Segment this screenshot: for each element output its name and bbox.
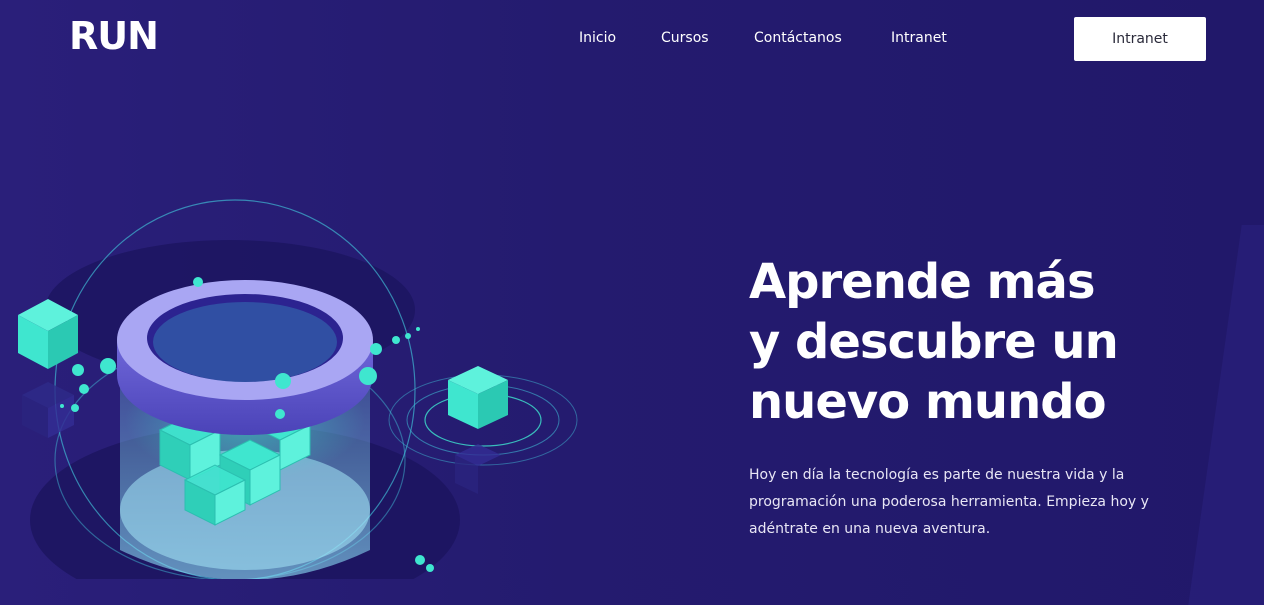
intranet-button[interactable]: Intranet bbox=[1074, 17, 1206, 61]
hero-title: Aprende más y descubre un nuevo mundo bbox=[749, 252, 1219, 432]
hero-title-line: Aprende más bbox=[749, 254, 1096, 310]
hero-title-line: nuevo mundo bbox=[749, 374, 1107, 430]
nav-item-intranet[interactable]: Intranet bbox=[891, 30, 947, 46]
nav-item-contactanos[interactable]: Contáctanos bbox=[754, 30, 842, 46]
cube-cylinder-illustration bbox=[18, 199, 578, 579]
nav-item-cursos[interactable]: Cursos bbox=[661, 30, 709, 46]
logo[interactable]: RUN bbox=[69, 14, 159, 58]
nav-item-inicio[interactable]: Inicio bbox=[579, 30, 616, 46]
hero-section: Aprende más y descubre un nuevo mundo Ho… bbox=[749, 252, 1219, 543]
hero-description: Hoy en día la tecnología es parte de nue… bbox=[749, 467, 1149, 537]
hero-title-line: y descubre un bbox=[749, 314, 1119, 370]
